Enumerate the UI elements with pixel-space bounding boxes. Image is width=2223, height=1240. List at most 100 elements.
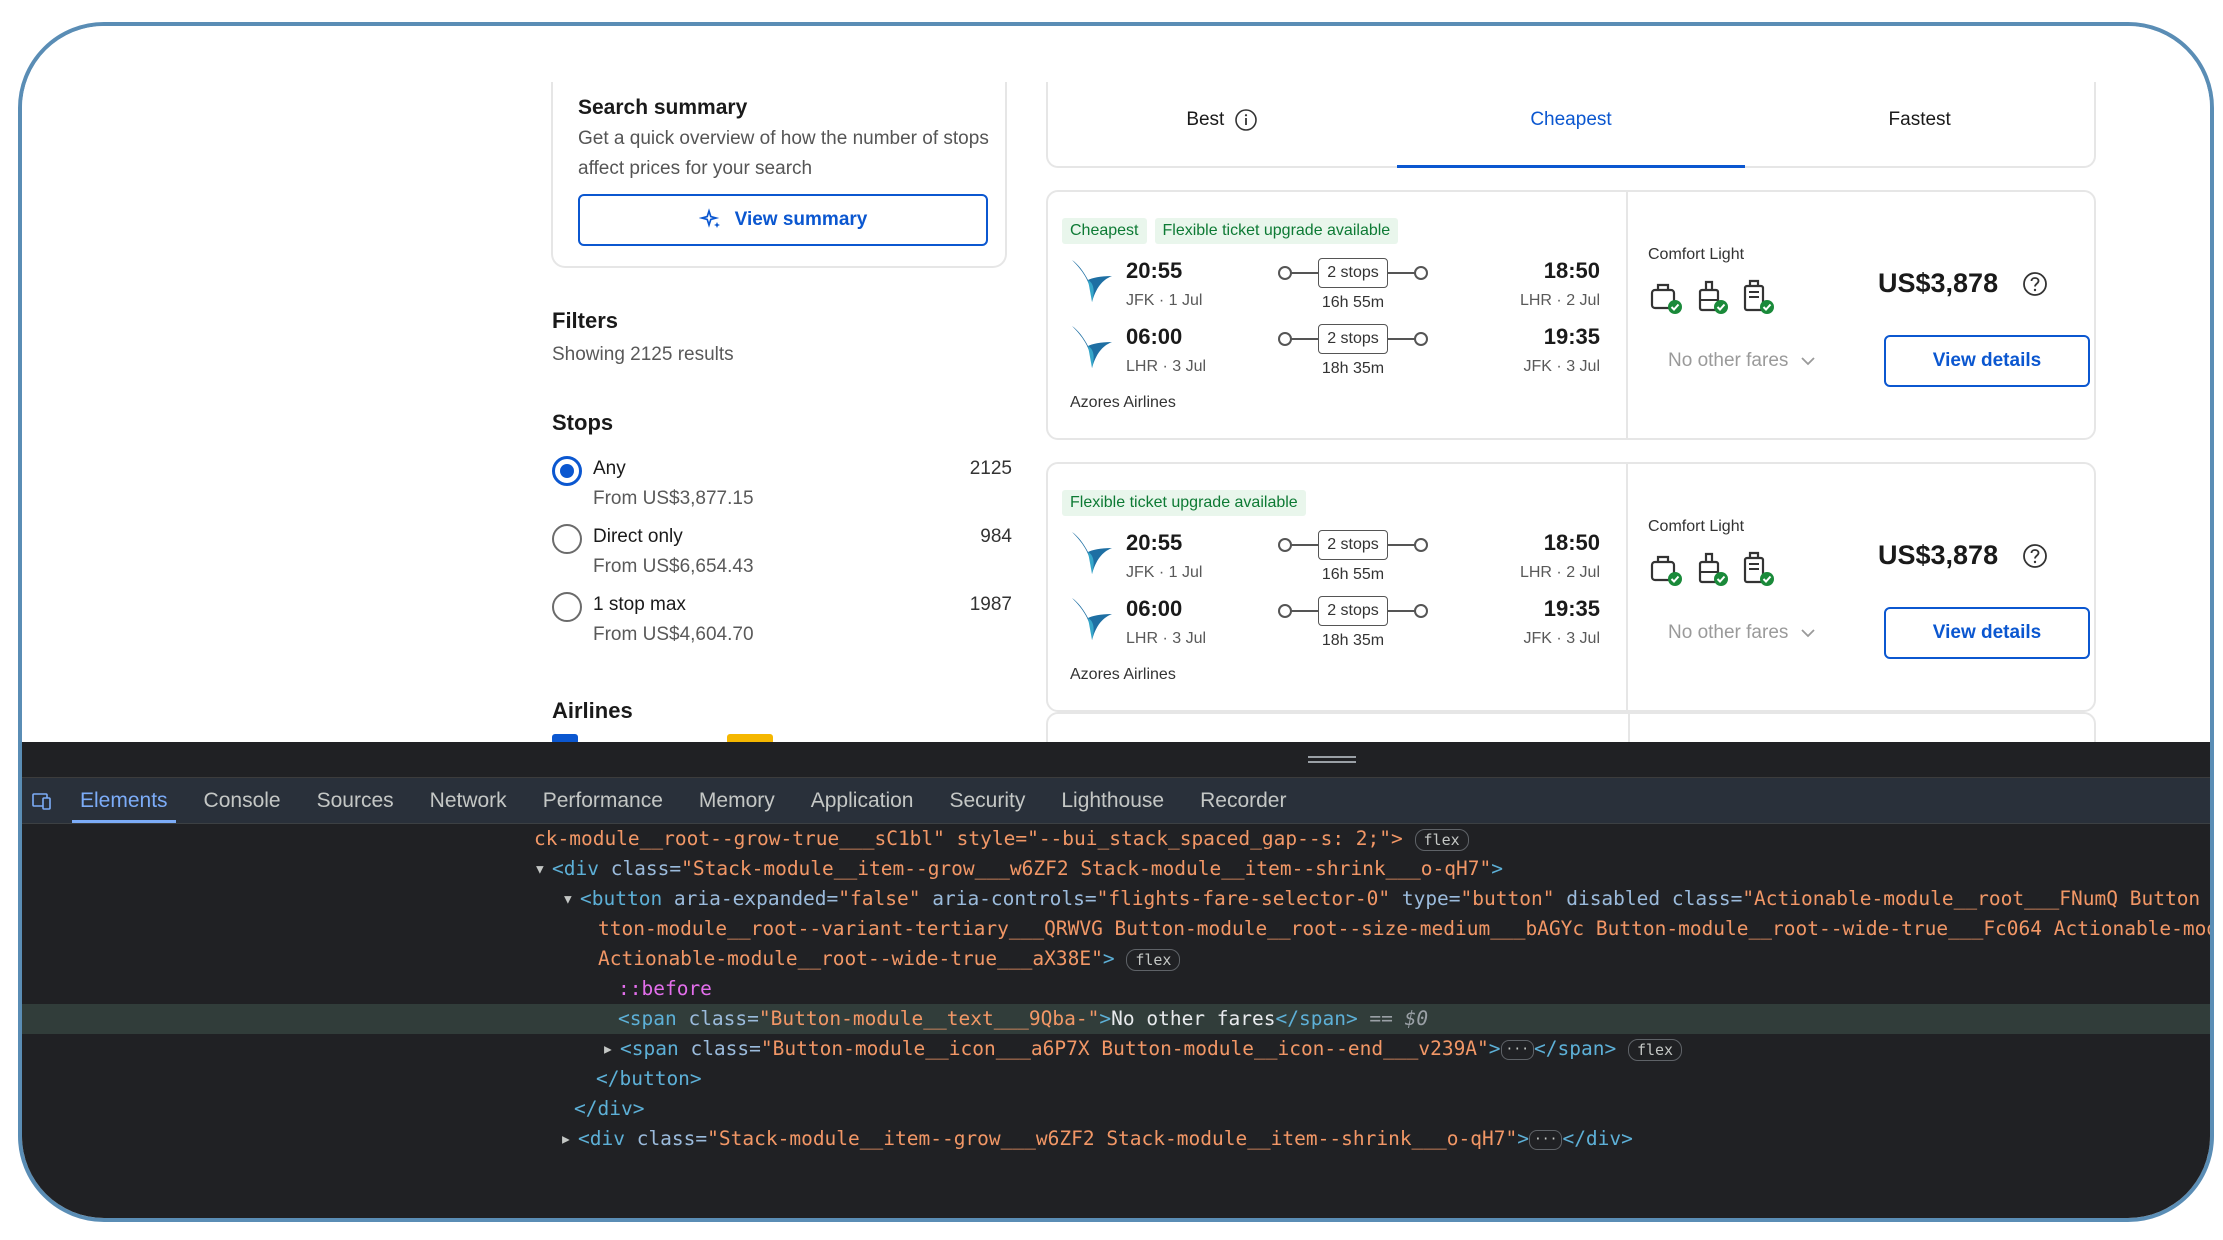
view-summary-label: View summary [734, 209, 868, 230]
dom-attr: class= [610, 857, 682, 880]
devtools-resize-handle[interactable] [22, 742, 2210, 778]
tab-sources[interactable]: Sources [299, 778, 412, 823]
help-icon[interactable] [2022, 271, 2048, 297]
no-other-fares-label: No other fares [1668, 350, 1789, 371]
tab-security[interactable]: Security [931, 778, 1043, 823]
sparkle-icon [698, 208, 720, 228]
dom-value: "Actionable-module__root___FNumQ Button [1742, 887, 2201, 910]
console-ref: == $0 [1357, 1007, 1429, 1030]
dom-attr: disabled class= [1554, 887, 1743, 910]
drag-grip-icon[interactable] [1308, 756, 1356, 758]
expand-triangle-icon[interactable]: ▾ [534, 854, 552, 884]
dom-line[interactable]: ▾ <button aria-expanded="false" aria-cont… [562, 884, 2210, 914]
azores-airlines-logo-icon [1072, 326, 1112, 368]
dom-attr: class= [688, 1007, 759, 1030]
outbound-leg: 20:55 JFK · 1 Jul 2 stops 16h 55m 18:50 … [1070, 530, 1610, 594]
tab-recorder[interactable]: Recorder [1182, 778, 1304, 823]
ellipsis-badge[interactable]: ··· [1500, 1039, 1535, 1060]
dom-text-node: No other fares [1111, 1007, 1276, 1030]
search-summary-title: Search summary [578, 96, 748, 119]
view-summary-button[interactable]: View summary [578, 194, 988, 246]
collapsed-triangle-icon[interactable]: ▸ [602, 1034, 620, 1064]
flex-badge[interactable]: flex [1414, 828, 1469, 851]
airline-checkbox-partial[interactable] [552, 734, 578, 742]
view-details-button[interactable]: View details [1884, 607, 2090, 659]
radio-unselected-icon[interactable] [552, 592, 582, 622]
stops-heading: Stops [552, 410, 614, 435]
departure-info: JFK · 1 Jul [1126, 292, 1203, 309]
flex-badge[interactable]: flex [1627, 1038, 1683, 1061]
tab-network[interactable]: Network [412, 778, 525, 823]
stop-option-any[interactable]: Any From US$3,877.15 2125 [552, 456, 1012, 516]
dom-line[interactable]: tton-module__root--variant-tertiary___QR… [598, 914, 2214, 944]
fare-name: Comfort Light [1648, 518, 1745, 535]
tab-best[interactable]: Best [1048, 82, 1397, 166]
route-graphic: 2 stops 16h 55m [1278, 530, 1428, 590]
dom-value: tton-module__root--variant-tertiary___QR… [598, 917, 2214, 940]
checked-bag-icon [1743, 279, 1774, 314]
view-details-button[interactable]: View details [1884, 335, 2090, 387]
radio-selected-icon[interactable] [552, 456, 582, 486]
return-leg: 06:00 LHR · 3 Jul 2 stops 18h 35m 19:35 … [1070, 324, 1610, 388]
stop-option-1-stop[interactable]: 1 stop max From US$4,604.70 1987 [552, 592, 1012, 652]
dom-value: Actionable-module__root--wide-true___aX3… [598, 947, 1103, 970]
help-icon[interactable] [2022, 543, 2048, 569]
tab-elements[interactable]: Elements [62, 778, 186, 823]
arrival-info: JFK · 3 Jul [1523, 358, 1600, 375]
arrival-info: JFK · 3 Jul [1523, 630, 1600, 647]
stop-option-count: 2125 [969, 458, 1012, 479]
price: US$3,878 [1878, 540, 2048, 571]
device-toggle-icon[interactable] [22, 778, 62, 823]
dom-tag: <button [580, 887, 674, 910]
expand-triangle-icon[interactable]: ▾ [562, 884, 580, 914]
dom-line[interactable]: </button> [596, 1064, 2210, 1094]
flexible-ticket-badge: Flexible ticket upgrade available [1062, 490, 1306, 516]
personal-item-icon [1650, 555, 1682, 586]
stops-count: 2 stops [1318, 324, 1388, 354]
departure-info: LHR · 3 Jul [1126, 630, 1207, 647]
flight-duration: 18h 35m [1321, 632, 1385, 649]
azores-airlines-logo-icon [1072, 260, 1112, 302]
stop-option-count: 1987 [969, 594, 1012, 615]
baggage-icons [1648, 278, 1776, 316]
dom-value: "Button-module__text___9Qba-" [758, 1007, 1100, 1030]
dom-value: "false" [838, 887, 921, 910]
dom-line[interactable]: ::before [618, 974, 2210, 1004]
dom-line[interactable]: </div> [574, 1094, 2210, 1124]
tab-fastest[interactable]: Fastest [1745, 82, 2094, 166]
dom-line[interactable]: ▾ <div class="Stack-module__item--grow___… [534, 854, 2210, 884]
stop-option-price: From US$6,654.43 [593, 556, 754, 577]
airlines-heading: Airlines [552, 698, 633, 723]
radio-unselected-icon[interactable] [552, 524, 582, 554]
dom-line[interactable]: Actionable-module__root--wide-true___aX3… [598, 944, 2210, 974]
dom-line[interactable]: ▸ <div class="Stack-module__item--grow___… [560, 1124, 2210, 1154]
price: US$3,878 [1878, 268, 2048, 299]
flex-badge[interactable]: flex [1126, 948, 1181, 971]
ellipsis-badge[interactable]: ··· [1528, 1129, 1563, 1150]
dom-line[interactable]: ▸ <span class="Button-module__icon___a6P7… [602, 1034, 2210, 1064]
dom-attr: aria-controls= [920, 887, 1097, 910]
price-value: US$3,878 [1878, 268, 1999, 298]
stop-option-direct[interactable]: Direct only From US$6,654.43 984 [552, 524, 1012, 584]
dom-tag-end: > [1491, 857, 1503, 880]
flight-result-card[interactable]: Cheapest Flexible ticket upgrade availab… [1046, 190, 2096, 440]
no-other-fares-label: No other fares [1668, 622, 1789, 643]
dom-close-tag: </div> [1562, 1127, 1633, 1150]
tab-memory[interactable]: Memory [681, 778, 793, 823]
dom-close-tag: </div> [574, 1097, 645, 1120]
sort-tabs: Best Cheapest Fastest [1046, 82, 2096, 168]
tab-lighthouse[interactable]: Lighthouse [1043, 778, 1182, 823]
chevron-down-icon [1801, 629, 1816, 638]
tab-cheapest[interactable]: Cheapest [1396, 82, 1746, 168]
tab-application[interactable]: Application [793, 778, 932, 823]
flight-itinerary: Cheapest Flexible ticket upgrade availab… [1048, 192, 1628, 438]
flight-result-card[interactable]: Flexible ticket upgrade available 20:55 … [1046, 462, 2096, 712]
dom-line[interactable]: ck-module__root--grow-true___sC1bl" styl… [534, 824, 2210, 854]
collapsed-triangle-icon[interactable]: ▸ [560, 1124, 578, 1154]
info-icon[interactable] [1234, 108, 1258, 132]
return-leg: 06:00 LHR · 3 Jul 2 stops 18h 35m 19:35 … [1070, 596, 1610, 660]
dom-line-selected[interactable]: <span class="Button-module__text___9Qba-… [22, 1004, 2210, 1034]
tab-performance[interactable]: Performance [525, 778, 681, 823]
tab-console[interactable]: Console [186, 778, 299, 823]
pseudo-element: ::before [618, 977, 712, 1000]
